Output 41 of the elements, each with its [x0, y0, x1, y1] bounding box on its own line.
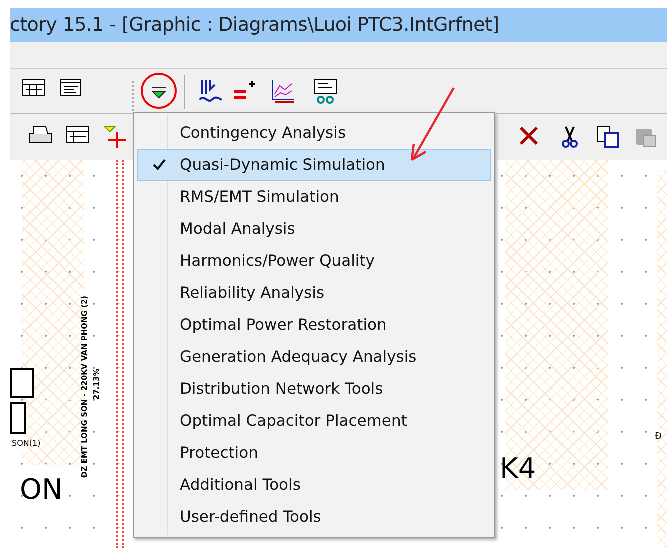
bus-label: K4	[500, 452, 536, 485]
menu-item[interactable]: Quasi-Dynamic Simulation	[137, 149, 491, 181]
table-icon[interactable]	[22, 78, 46, 98]
menu-item-label: Contingency Analysis	[180, 124, 346, 142]
menu-item[interactable]: Contingency Analysis	[137, 117, 491, 149]
delete-icon[interactable]	[518, 125, 540, 147]
menu-item[interactable]: Generation Adequacy Analysis	[137, 341, 491, 373]
bus-label: ON	[20, 473, 63, 506]
menu-item[interactable]: Harmonics/Power Quality	[137, 245, 491, 277]
table-icon[interactable]	[66, 125, 90, 145]
menu-item[interactable]: Distribution Network Tools	[137, 373, 491, 405]
dropdown-icon[interactable]	[139, 72, 179, 110]
cut-icon[interactable]	[560, 125, 580, 149]
menu-item[interactable]: Modal Analysis	[137, 213, 491, 245]
copy-icon[interactable]	[596, 125, 620, 149]
menu-item-label: Additional Tools	[180, 476, 301, 494]
menu-item-label: Optimal Capacitor Placement	[180, 412, 408, 430]
menu-item[interactable]: User-defined Tools	[137, 501, 491, 533]
node-label: SON(1)	[12, 439, 41, 449]
node-label: Đ	[655, 432, 662, 442]
menu-item[interactable]: Reliability Analysis	[137, 277, 491, 309]
menu-item-label: Quasi-Dynamic Simulation	[180, 156, 386, 174]
menu-item-label: Reliability Analysis	[180, 284, 325, 302]
line-chart-icon[interactable]	[270, 78, 296, 104]
window-icon[interactable]	[60, 78, 82, 98]
menu-item-label: Modal Analysis	[180, 220, 296, 238]
menu-item-label: RMS/EMT Simulation	[180, 188, 340, 206]
add-marker-icon[interactable]	[103, 125, 127, 149]
menu-item-label: Harmonics/Power Quality	[180, 252, 375, 270]
menu-item[interactable]: RMS/EMT Simulation	[137, 181, 491, 213]
menu-item-label: Optimal Power Restoration	[180, 316, 387, 334]
menu-item[interactable]: Additional Tools	[137, 469, 491, 501]
window-title: ctory 15.1 - [Graphic : Diagrams\Luoi PTC3.IntGrfnet]	[10, 14, 500, 36]
monitor-glasses-icon[interactable]	[312, 78, 340, 106]
menu-item-label: Protection	[180, 444, 258, 462]
menu-item[interactable]: Optimal Capacitor Placement	[137, 405, 491, 437]
menu-item-label: Generation Adequacy Analysis	[180, 348, 417, 366]
menu-item[interactable]: Optimal Power Restoration	[137, 309, 491, 341]
menu-item[interactable]: Protection	[137, 437, 491, 469]
menu-item-label: User-defined Tools	[180, 508, 322, 526]
menu-item-label: Distribution Network Tools	[180, 380, 384, 398]
